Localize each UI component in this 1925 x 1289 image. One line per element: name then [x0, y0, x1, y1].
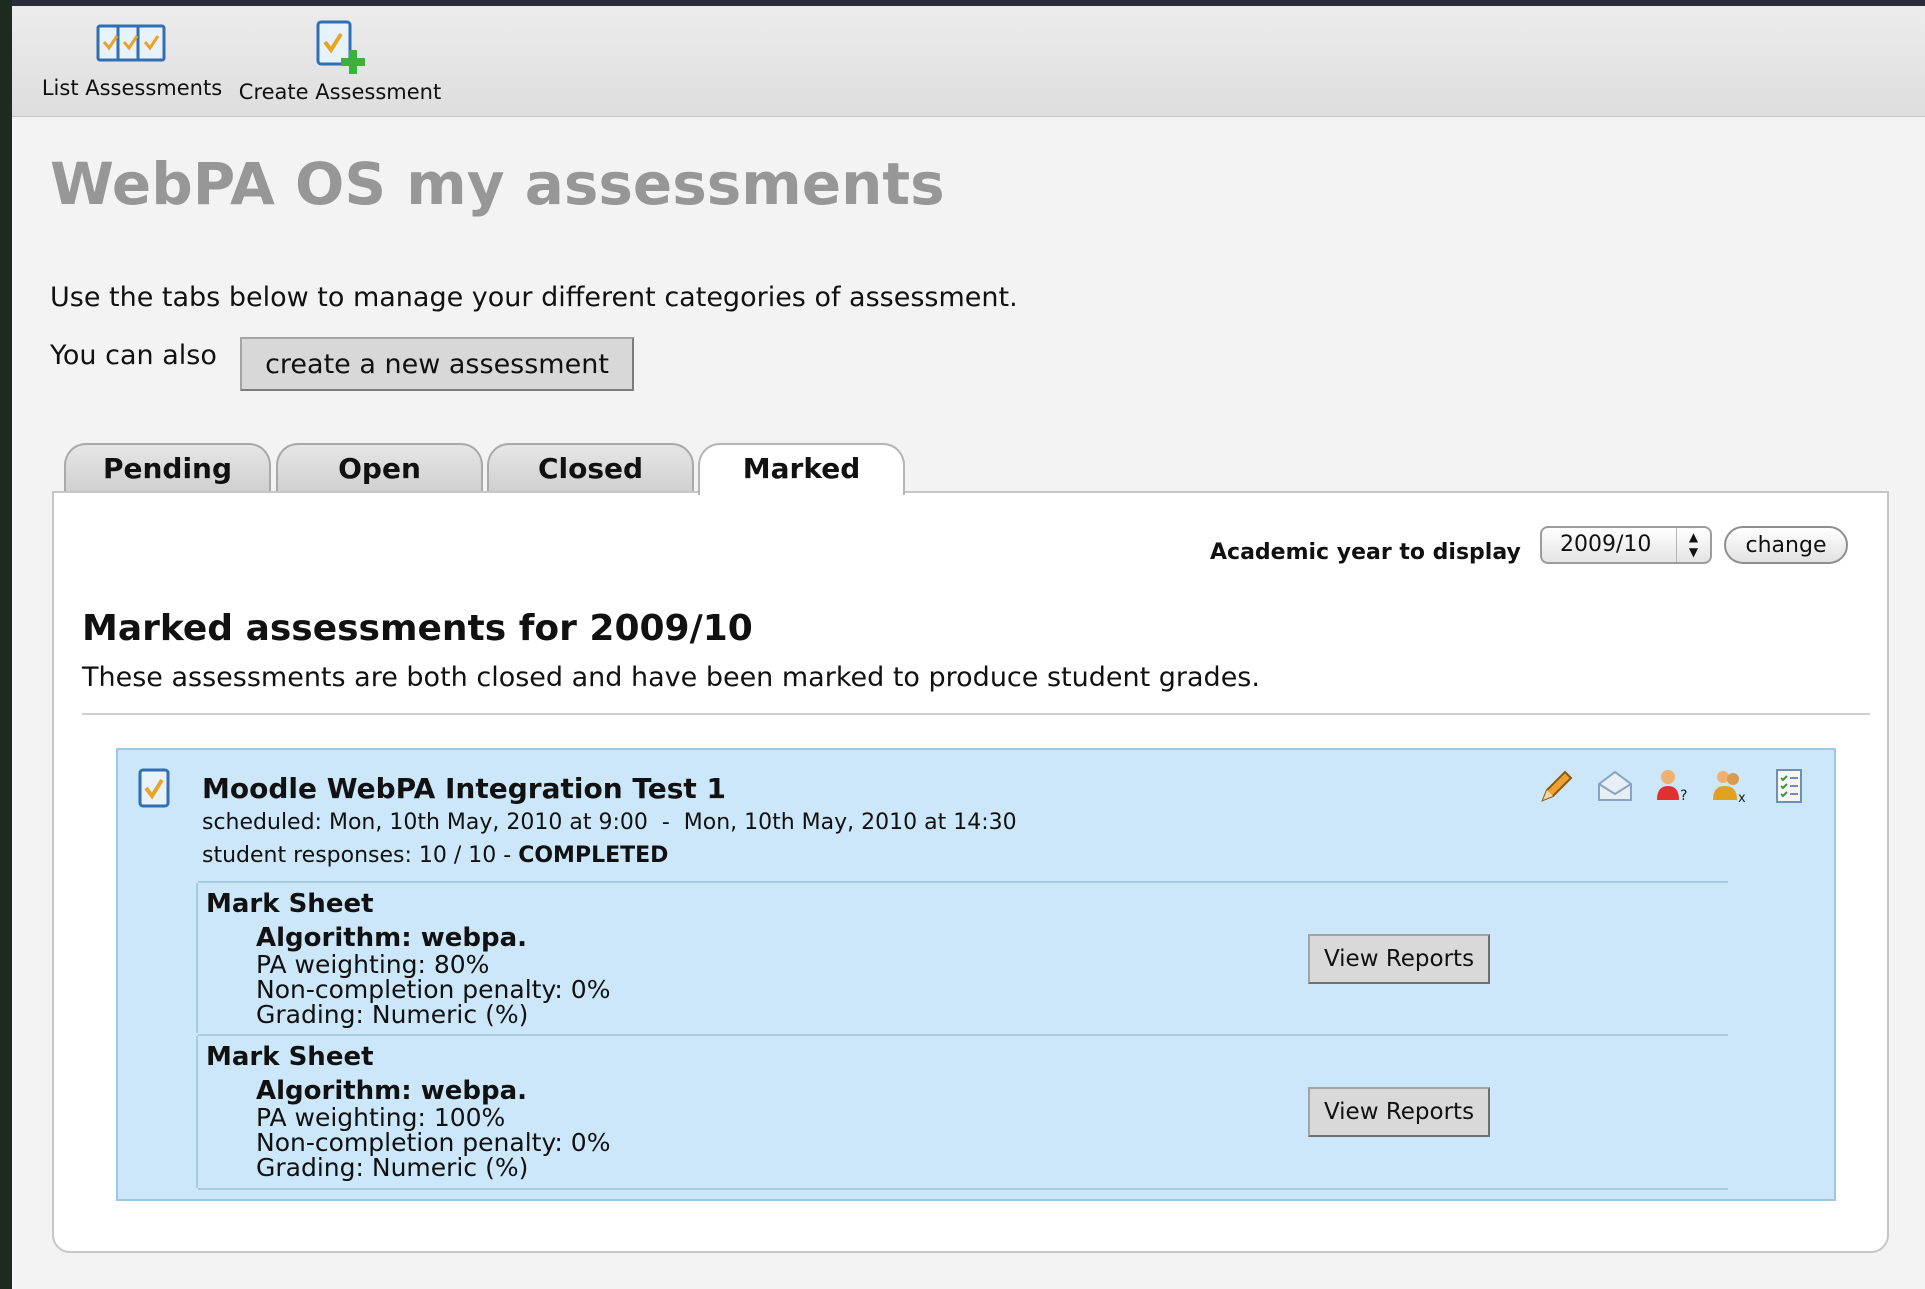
mark-sheet-penalty: Non-completion penalty: 0%: [256, 1128, 611, 1157]
assessment-icon: [138, 768, 170, 808]
list-assessments-icon: [96, 24, 166, 62]
mark-sheet-grading: Grading: Numeric (%): [256, 1153, 529, 1182]
mark-sheet-penalty: Non-completion penalty: 0%: [256, 975, 611, 1004]
create-new-assessment-button[interactable]: create a new assessment: [240, 337, 634, 391]
tab-closed[interactable]: Closed: [487, 443, 694, 493]
mark-sheet-pa-weighting: PA weighting: 80%: [256, 950, 490, 979]
assessment-responses: student responses: 10 / 10 - COMPLETED: [202, 843, 668, 868]
tab-pending[interactable]: Pending: [64, 443, 271, 493]
list-assessments-tool[interactable]: List Assessments: [32, 16, 232, 100]
academic-year-value: 2009/10: [1560, 532, 1652, 557]
create-assessment-icon: [316, 20, 365, 74]
mark-sheet-title: Mark Sheet: [206, 1042, 374, 1072]
also-text: You can also: [50, 340, 217, 371]
svg-text:?: ?: [1680, 788, 1687, 804]
responses-status: COMPLETED: [518, 843, 669, 868]
student-query-icon[interactable]: ?: [1653, 766, 1693, 806]
edit-pencil-icon[interactable]: [1535, 766, 1575, 806]
checklist-report-icon[interactable]: [1769, 766, 1809, 806]
mark-sheet-algorithm: Algorithm: webpa.: [256, 923, 528, 953]
mark-sheet-pa-weighting: PA weighting: 100%: [256, 1103, 506, 1132]
window-left-edge: [0, 0, 12, 1289]
intro-text: Use the tabs below to manage your differ…: [50, 282, 1018, 313]
svg-text:x: x: [1738, 791, 1746, 806]
sheet-border: [196, 1036, 198, 1188]
view-reports-button[interactable]: View Reports: [1308, 1087, 1490, 1137]
assessment-title[interactable]: Moodle WebPA Integration Test 1: [202, 772, 726, 805]
create-assessment-label: Create Assessment: [238, 80, 442, 104]
mark-sheet-title: Mark Sheet: [206, 889, 374, 919]
sheet-border: [196, 883, 198, 1033]
mark-sheet-algorithm: Algorithm: webpa.: [256, 1076, 528, 1106]
mark-sheet: Mark Sheet Algorithm: webpa. PA weightin…: [196, 881, 1728, 1033]
mark-sheet-grading: Grading: Numeric (%): [256, 1000, 529, 1029]
tab-open[interactable]: Open: [276, 443, 483, 493]
section-title: Marked assessments for 2009/10: [82, 608, 753, 649]
toolbar: List Assessments Create Assessment: [12, 6, 1925, 117]
create-assessment-tool[interactable]: Create Assessment: [234, 16, 446, 104]
view-reports-button[interactable]: View Reports: [1308, 934, 1490, 984]
assessment-schedule: scheduled: Mon, 10th May, 2010 at 9:00 -…: [202, 810, 1017, 835]
list-assessments-label: List Assessments: [41, 76, 223, 100]
email-envelope-icon[interactable]: [1595, 766, 1635, 806]
academic-year-label: Academic year to display: [1210, 540, 1521, 565]
remove-student-icon[interactable]: x: [1711, 766, 1751, 806]
page-title: WebPA OS my assessments: [50, 150, 945, 218]
change-year-button[interactable]: change: [1724, 526, 1848, 564]
section-description: These assessments are both closed and ha…: [82, 662, 1260, 693]
select-arrows-icon: ▲ ▼: [1676, 528, 1710, 562]
divider: [82, 713, 1870, 715]
academic-year-select[interactable]: 2009/10 ▲ ▼: [1540, 526, 1712, 564]
tab-marked[interactable]: Marked: [698, 443, 905, 495]
responses-count: student responses: 10 / 10 -: [202, 843, 519, 868]
mark-sheet: Mark Sheet Algorithm: webpa. PA weightin…: [196, 1034, 1728, 1190]
